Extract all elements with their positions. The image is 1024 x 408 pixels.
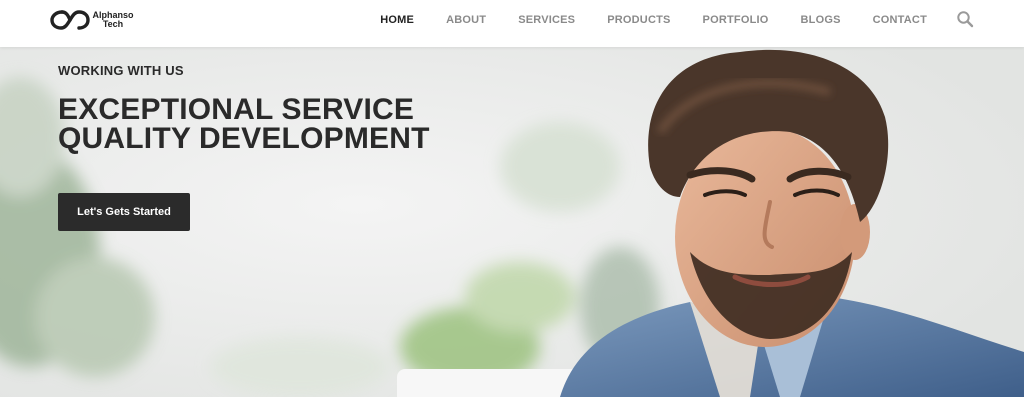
- brand-logo[interactable]: Alphanso Tech: [50, 8, 135, 32]
- hero-headline-line2: QUALITY DEVELOPMENT: [58, 122, 430, 155]
- nav-item-contact[interactable]: CONTACT: [873, 14, 927, 26]
- nav-item-services[interactable]: SERVICES: [518, 14, 575, 26]
- get-started-button[interactable]: Let's Gets Started: [58, 193, 190, 231]
- hero-headline: EXCEPTIONAL SERVICE QUALITY DEVELOPMENT: [58, 93, 430, 155]
- page: Alphanso Tech HOME ABOUT SERVICES PRODUC…: [0, 0, 1024, 408]
- page-bottom-edge: [0, 397, 1024, 408]
- nav-item-products[interactable]: PRODUCTS: [607, 14, 670, 26]
- main-nav: HOME ABOUT SERVICES PRODUCTS PORTFOLIO B…: [348, 0, 927, 40]
- hero-section: WORKING WITH US EXCEPTIONAL SERVICE QUAL…: [0, 47, 1024, 397]
- nav-item-home[interactable]: HOME: [380, 14, 414, 26]
- nav-item-blogs[interactable]: BLOGS: [801, 14, 841, 26]
- brand-name-line2: Tech: [102, 19, 124, 29]
- hero-headline-line1: EXCEPTIONAL SERVICE: [58, 93, 415, 126]
- site-header: Alphanso Tech HOME ABOUT SERVICES PRODUC…: [0, 0, 1024, 47]
- hero-eyebrow: WORKING WITH US: [58, 63, 184, 78]
- search-icon[interactable]: [956, 10, 974, 28]
- brand-name: Alphanso Tech: [91, 11, 135, 29]
- logo-mark-icon: [50, 10, 90, 30]
- nav-item-about[interactable]: ABOUT: [446, 14, 486, 26]
- nav-item-portfolio[interactable]: PORTFOLIO: [703, 14, 769, 26]
